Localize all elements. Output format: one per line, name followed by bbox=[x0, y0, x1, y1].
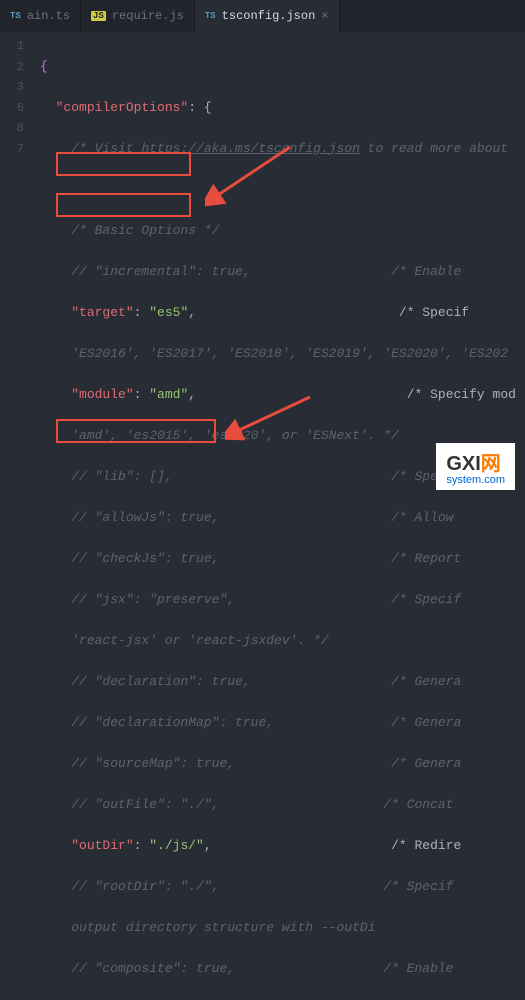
code-text: "es5" bbox=[149, 305, 188, 320]
line-number: 8 bbox=[0, 118, 24, 139]
line-gutter: 1 2 3 6 8 7 bbox=[0, 32, 30, 500]
code-text: // "declaration": true, /* Genera bbox=[71, 674, 461, 689]
code-text: // "lib": [], /* Specif bbox=[71, 469, 461, 484]
watermark-sub: system.com bbox=[446, 474, 505, 486]
javascript-icon: JS bbox=[91, 11, 106, 21]
code-text: // "allowJs": true, /* Allow bbox=[71, 510, 461, 525]
watermark-text: GXI bbox=[446, 453, 480, 475]
code-text: /* Visit https://aka.ms/tsconfig.json to… bbox=[71, 141, 516, 156]
line-number: 1 bbox=[0, 36, 24, 57]
tab-label: tsconfig.json bbox=[222, 9, 316, 23]
code-text: 'react-jsx' or 'react-jsxdev'. */ bbox=[71, 633, 328, 648]
code-text: output directory structure with --outDi bbox=[71, 920, 375, 935]
code-text: : { bbox=[188, 100, 211, 115]
code-text: , /* Specif bbox=[188, 305, 469, 320]
watermark-text: 网 bbox=[481, 453, 501, 475]
line-number: 2 bbox=[0, 57, 24, 78]
line-number: 6 bbox=[0, 98, 24, 119]
code-area[interactable]: { "compilerOptions": { /* Visit https://… bbox=[30, 32, 525, 500]
code-text: // "incremental": true, /* Enable bbox=[71, 264, 461, 279]
code-text: // "rootDir": "./", /* Specif bbox=[71, 879, 453, 894]
tab-require-js[interactable]: JS require.js bbox=[81, 0, 195, 32]
tab-label: ain.ts bbox=[27, 9, 70, 23]
code-text: // "outFile": "./", /* Concat bbox=[71, 797, 453, 812]
tab-label: require.js bbox=[112, 9, 184, 23]
code-text: // "composite": true, /* Enable bbox=[71, 961, 453, 976]
code-text: // "sourceMap": true, /* Genera bbox=[71, 756, 461, 771]
code-text: "outDir" bbox=[71, 838, 133, 853]
code-text: , /* Redire bbox=[204, 838, 461, 853]
line-number: 7 bbox=[0, 139, 24, 160]
editor: 1 2 3 6 8 7 { "compilerOptions": { /* Vi… bbox=[0, 32, 525, 500]
code-text: // "checkJs": true, /* Report bbox=[71, 551, 461, 566]
typescript-icon: TS bbox=[10, 11, 21, 21]
code-text: "./js/" bbox=[149, 838, 204, 853]
code-text: // "declarationMap": true, /* Genera bbox=[71, 715, 461, 730]
code-text: "module" bbox=[71, 387, 133, 402]
tab-bar: TS ain.ts JS require.js TS tsconfig.json… bbox=[0, 0, 525, 32]
watermark-logo: GXI网 system.com bbox=[436, 443, 515, 490]
code-text: "compilerOptions" bbox=[56, 100, 189, 115]
code-text: /* Basic Options */ bbox=[71, 223, 219, 238]
code-text: 'amd', 'es2015', 'es2020', or 'ESNext'. … bbox=[71, 428, 399, 443]
code-text: "amd" bbox=[149, 387, 188, 402]
code-text: 'ES2016', 'ES2017', 'ES2018', 'ES2019', … bbox=[71, 346, 508, 361]
close-icon[interactable]: × bbox=[321, 9, 328, 23]
json-icon: TS bbox=[205, 11, 216, 21]
code-text: { bbox=[40, 59, 48, 74]
tab-tsconfig-json[interactable]: TS tsconfig.json × bbox=[195, 0, 340, 32]
tab-ain-ts[interactable]: TS ain.ts bbox=[0, 0, 81, 32]
code-text: , /* Specify mod bbox=[188, 387, 516, 402]
code-text: // "jsx": "preserve", /* Specif bbox=[71, 592, 461, 607]
code-text: "target" bbox=[71, 305, 133, 320]
line-number: 3 bbox=[0, 77, 24, 98]
